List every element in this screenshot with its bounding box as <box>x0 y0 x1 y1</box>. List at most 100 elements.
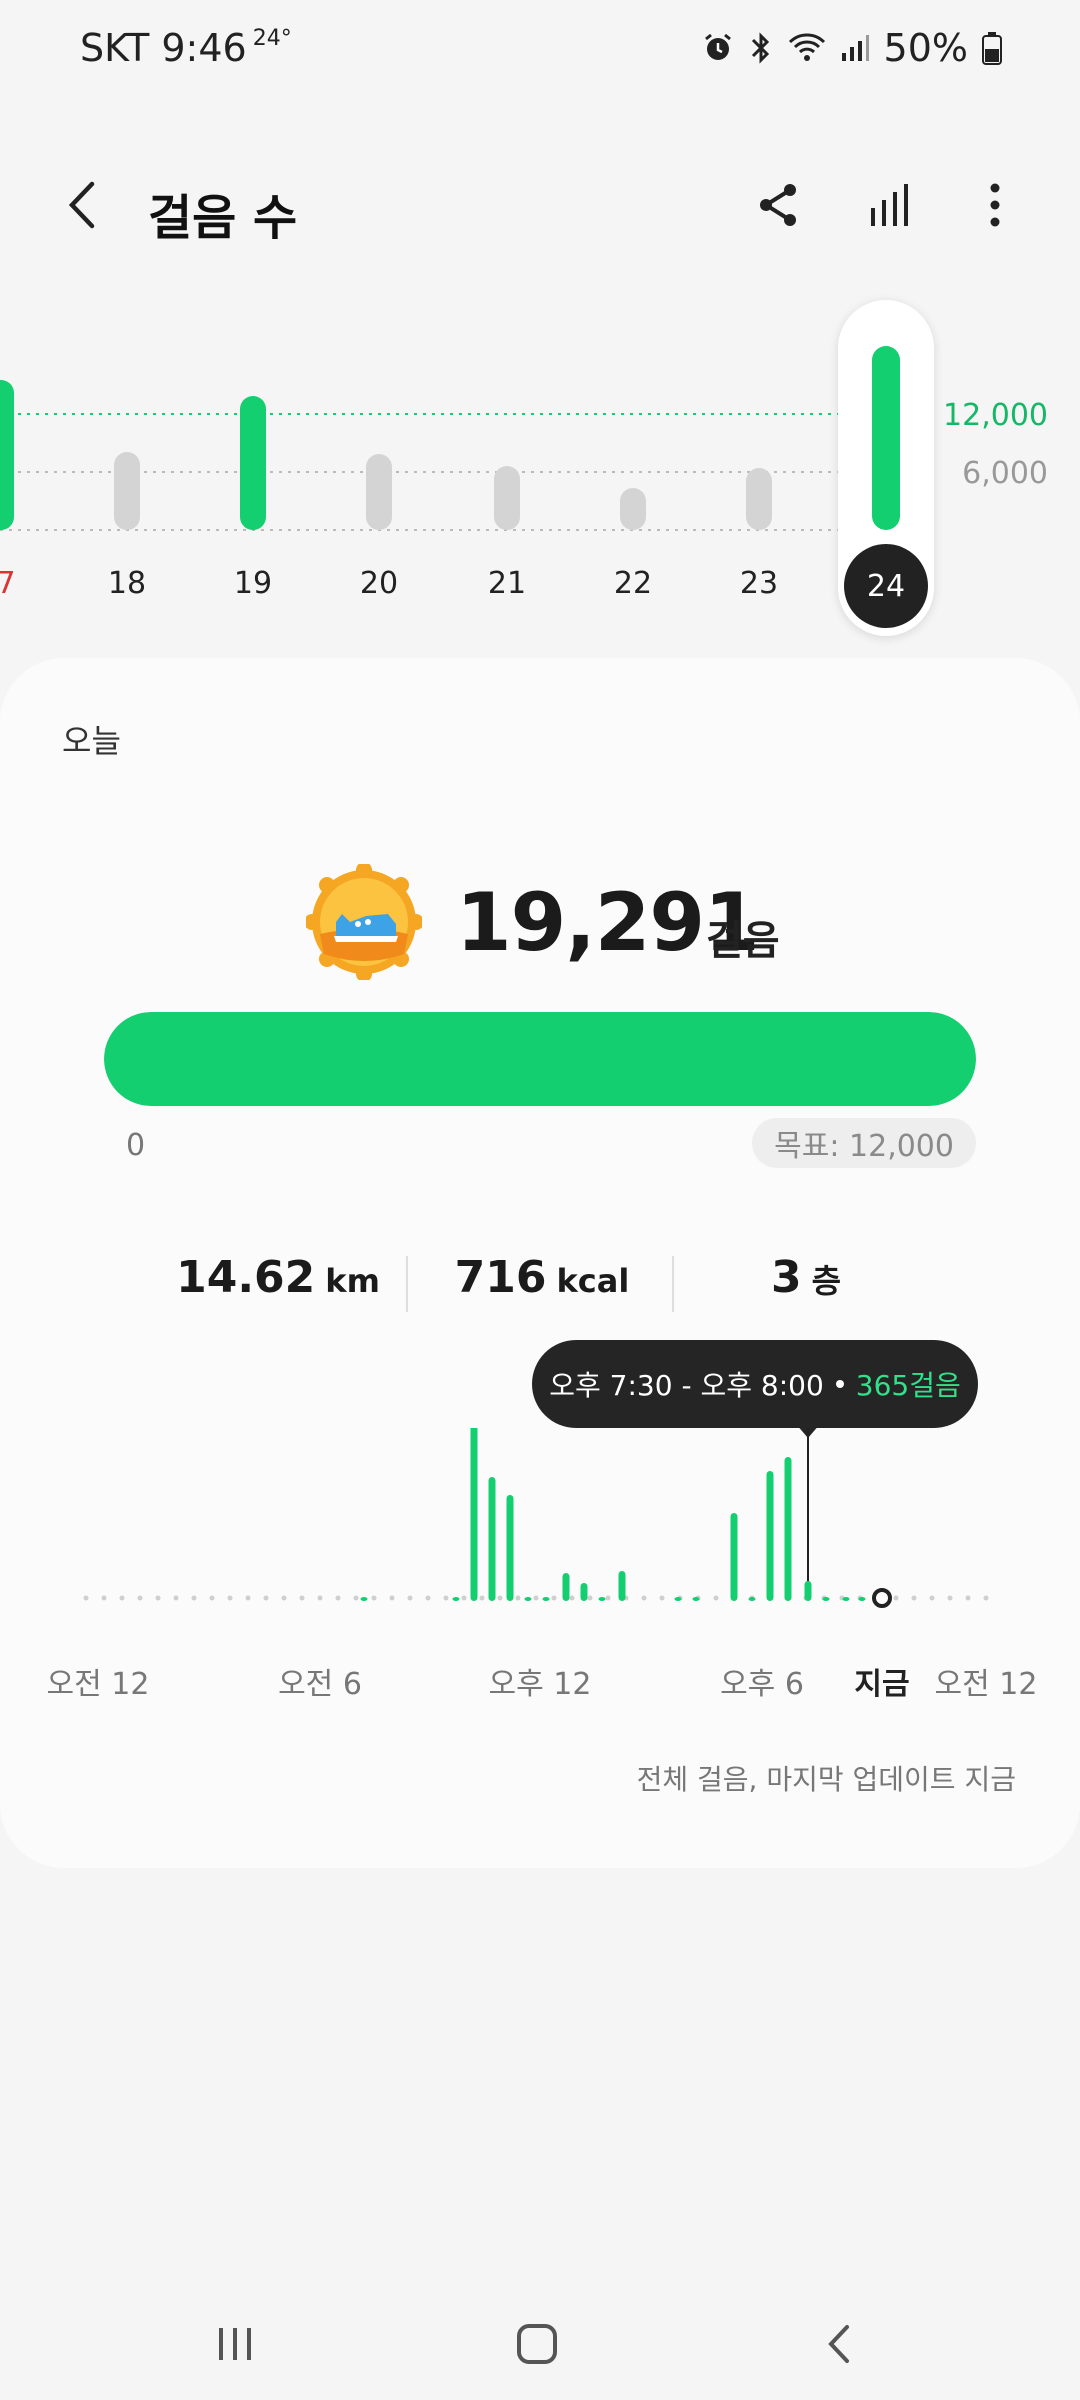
interval-bar[interactable] <box>858 1597 866 1601</box>
bluetooth-icon <box>751 32 769 64</box>
today-label: 오늘 <box>62 722 121 760</box>
bar-chart-icon <box>871 184 908 226</box>
interval-bar[interactable] <box>842 1597 850 1601</box>
day-bar-20[interactable] <box>366 454 392 530</box>
steps-unit: 걸음 <box>706 918 780 964</box>
interval-bar[interactable] <box>618 1571 626 1601</box>
baseline-dot <box>407 1595 413 1601</box>
distance-unit: km <box>325 1262 380 1300</box>
interval-bar[interactable] <box>730 1513 738 1601</box>
baseline-dot <box>281 1595 287 1601</box>
day-label[interactable]: 21 <box>467 566 547 601</box>
mid-mark-label: 6,000 <box>962 456 1048 491</box>
distance-stat: 14.62 km <box>176 1248 380 1318</box>
day-label[interactable]: 23 <box>719 566 799 601</box>
baseline-dot <box>119 1595 125 1601</box>
interval-bar[interactable] <box>784 1457 792 1601</box>
interval-bar[interactable] <box>360 1597 368 1601</box>
shoe-badge-icon <box>306 864 422 980</box>
day-bar-19[interactable] <box>240 396 266 530</box>
chevron-left-icon <box>68 181 95 229</box>
interval-bar[interactable] <box>452 1597 460 1601</box>
interval-bar[interactable] <box>488 1477 496 1601</box>
interval-bar[interactable] <box>542 1597 550 1601</box>
baseline-dot <box>155 1595 161 1601</box>
interval-bar[interactable] <box>674 1597 682 1601</box>
baseline-dot <box>911 1595 917 1601</box>
interval-bar[interactable] <box>822 1597 830 1601</box>
axis-label-now: 지금 <box>854 1667 910 1702</box>
interval-bar[interactable] <box>524 1597 532 1601</box>
more-button[interactable] <box>962 172 1028 238</box>
interval-bar[interactable] <box>470 1428 478 1601</box>
wifi-icon <box>788 33 825 61</box>
day-label[interactable]: 19 <box>213 566 293 601</box>
floors-unit: 층 <box>811 1262 842 1300</box>
interval-bar[interactable] <box>598 1597 606 1601</box>
floors-value: 3 <box>770 1252 802 1303</box>
interval-bar[interactable] <box>580 1583 588 1601</box>
back-button[interactable] <box>50 170 120 240</box>
baseline-dot <box>893 1595 899 1601</box>
interval-bar[interactable] <box>562 1573 570 1601</box>
day-label[interactable]: 18 <box>87 566 167 601</box>
baseline-dot <box>137 1595 143 1601</box>
baseline-dots <box>83 1595 989 1601</box>
baseline-dot <box>479 1595 485 1601</box>
nav-back-button[interactable] <box>804 2314 874 2374</box>
temperature-text: 24° <box>252 26 292 51</box>
baseline-dot <box>443 1595 449 1601</box>
stat-divider <box>672 1256 674 1312</box>
app-bar: 걸음 수 <box>0 150 1080 260</box>
signal-icon <box>841 35 869 61</box>
interval-bar[interactable] <box>766 1471 774 1601</box>
home-button[interactable] <box>502 2314 572 2374</box>
day-label[interactable]: 20 <box>339 566 419 601</box>
activity-stats: 14.62 km 716 kcal 3 층 <box>0 1248 1080 1318</box>
day-bar-22[interactable] <box>620 488 646 530</box>
day-bar-17[interactable] <box>0 380 14 530</box>
day-bar-23[interactable] <box>746 468 772 530</box>
trends-button[interactable] <box>858 172 924 238</box>
daily-steps-chart[interactable] <box>0 1428 1080 1608</box>
day-bar-21[interactable] <box>494 466 520 530</box>
axis-label: 오전 6 <box>278 1667 362 1702</box>
recent-apps-button[interactable] <box>200 2314 270 2374</box>
baseline-dot <box>965 1595 971 1601</box>
update-footnote: 전체 걸음, 마지막 업데이트 지금 <box>636 1763 1016 1796</box>
baseline-dot <box>335 1595 341 1601</box>
calories-stat: 716 kcal <box>455 1248 630 1318</box>
baseline-dot <box>641 1595 647 1601</box>
stat-divider <box>406 1256 408 1312</box>
baseline-dot <box>713 1595 719 1601</box>
share-button[interactable] <box>746 172 812 238</box>
day-label[interactable]: 7 <box>0 566 46 601</box>
status-bar: SKT 9:46 24° 50% <box>0 0 1080 100</box>
interval-bar[interactable] <box>692 1597 700 1601</box>
selected-day-label[interactable]: 24 <box>844 544 928 628</box>
baseline-dot <box>533 1595 539 1601</box>
goal-chip[interactable]: 목표: 12,000 <box>752 1118 976 1168</box>
interval-tooltip: 오후 7:30 - 오후 8:00 365걸음 <box>532 1340 978 1428</box>
interval-bar[interactable] <box>506 1495 514 1601</box>
clock-text: SKT 9:46 <box>80 26 247 70</box>
calories-unit: kcal <box>556 1262 630 1300</box>
tooltip-dot <box>835 1380 844 1388</box>
baseline-dot <box>83 1595 89 1601</box>
interval-bar[interactable] <box>804 1581 812 1601</box>
baseline-dot <box>515 1595 521 1601</box>
home-icon <box>517 2324 557 2364</box>
baseline-dot <box>299 1595 305 1601</box>
axis-label: 오전 12 <box>934 1667 1038 1702</box>
day-bar-18[interactable] <box>114 452 140 530</box>
baseline-dot <box>173 1595 179 1601</box>
baseline-dot <box>317 1595 323 1601</box>
day-label[interactable]: 22 <box>593 566 673 601</box>
status-icons: 50% <box>702 26 1002 70</box>
baseline-dot <box>371 1595 377 1601</box>
baseline-dot <box>947 1595 953 1601</box>
baseline-dot <box>191 1595 197 1601</box>
baseline-dot <box>569 1595 575 1601</box>
interval-bar[interactable] <box>748 1597 756 1601</box>
day-bar-24[interactable] <box>872 346 900 530</box>
